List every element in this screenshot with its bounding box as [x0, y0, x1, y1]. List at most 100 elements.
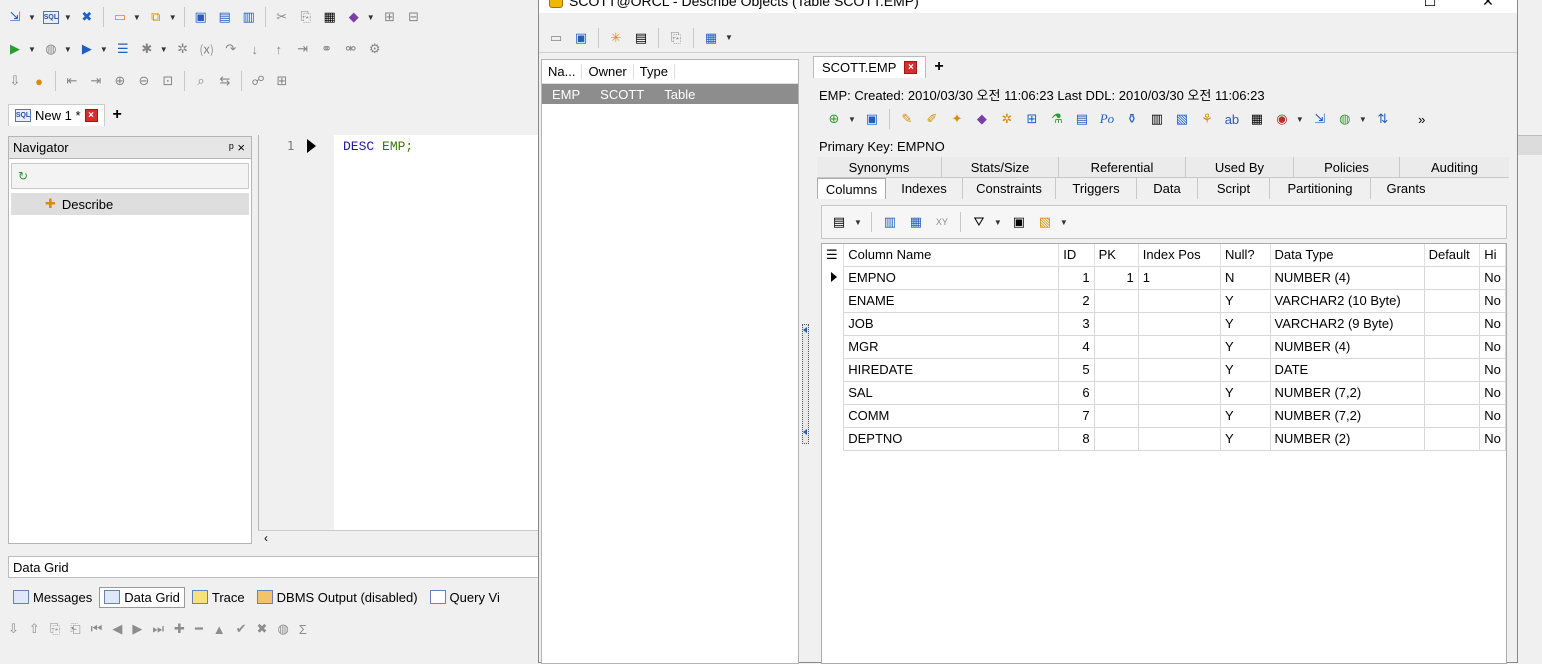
row-indicator[interactable] [822, 427, 844, 450]
column-name[interactable]: ENAME [843, 288, 1060, 313]
table-row[interactable]: COMM 7 Y NUMBER (7,2) No [822, 403, 1506, 428]
new-icon[interactable]: ✳ [605, 27, 627, 49]
dropdown-arrow-icon[interactable]: ▼ [64, 45, 72, 54]
column-data-type[interactable]: NUMBER (7,2) [1269, 403, 1425, 428]
column-default[interactable] [1423, 403, 1481, 428]
format-icon[interactable]: ⊟ [403, 6, 425, 28]
uncomment-icon[interactable]: ⊖ [133, 70, 155, 92]
col-header-nullable[interactable]: Null? [1220, 244, 1271, 266]
dropdown-arrow-icon[interactable]: ▼ [28, 13, 36, 22]
column-data-type[interactable]: VARCHAR2 (10 Byte) [1269, 288, 1425, 313]
table-row[interactable]: HIREDATE 5 Y DATE No [822, 357, 1506, 382]
column-pk[interactable] [1093, 357, 1139, 382]
insert-record-icon[interactable]: ✚ [174, 621, 185, 637]
paste-grid-icon[interactable]: ⎗ [70, 621, 80, 637]
delete-record-icon[interactable]: ━ [195, 621, 203, 637]
first-record-icon[interactable]: ⏮ [91, 621, 103, 637]
dropdown-arrow-icon[interactable]: ▼ [367, 13, 375, 22]
maximize-icon[interactable]: ☐ [1407, 0, 1453, 13]
table-row[interactable]: MGR 4 Y NUMBER (4) No [822, 334, 1506, 359]
column-data-type[interactable]: NUMBER (4) [1269, 265, 1425, 290]
add-column-icon[interactable]: ▥ [879, 211, 901, 233]
row-indicator[interactable] [822, 266, 844, 289]
column-name[interactable]: JOB [843, 311, 1060, 336]
column-nullable[interactable]: Y [1220, 357, 1271, 382]
save-all-icon[interactable]: ▥ [238, 6, 260, 28]
column-data-type[interactable]: DATE [1269, 357, 1425, 382]
tab-columns[interactable]: Columns [817, 178, 886, 199]
column-data-type[interactable]: NUMBER (4) [1269, 334, 1425, 359]
uppercase-icon[interactable]: ⊡ [157, 70, 179, 92]
tab-script[interactable]: Script [1198, 178, 1270, 199]
column-id[interactable]: 6 [1058, 380, 1095, 405]
bookmark-icon[interactable]: ☍ [247, 70, 269, 92]
table-icon[interactable]: ▣ [861, 108, 883, 130]
query-builder-icon[interactable]: ◆ [343, 6, 365, 28]
column-default[interactable] [1423, 288, 1481, 313]
column-id[interactable]: 7 [1058, 403, 1095, 428]
layout-icon[interactable]: ▦ [700, 27, 722, 49]
editor-horizontal-scrollbar[interactable]: ‹ [258, 530, 540, 547]
col-header-default[interactable]: Default [1424, 244, 1481, 266]
columns-menu-icon[interactable]: ▤ [828, 211, 850, 233]
pin-close-icon[interactable]: ᵖ × [229, 140, 245, 155]
more-tools-icon[interactable]: » [1411, 108, 1433, 130]
copy-icon[interactable]: ⎘ [665, 27, 687, 49]
table-row[interactable]: JOB 3 Y VARCHAR2 (9 Byte) No [822, 311, 1506, 336]
compare-icon[interactable]: ⊞ [379, 6, 401, 28]
column-id[interactable]: 4 [1058, 334, 1095, 359]
rebuild-icon[interactable]: ⚗ [1046, 108, 1068, 130]
tab-new-1[interactable]: SQL New 1 * × [8, 104, 105, 126]
column-data-type[interactable]: NUMBER (2) [1269, 426, 1425, 451]
table-row[interactable]: EMPNO 1 1 1 N NUMBER (4) No [822, 265, 1506, 290]
xy-icon[interactable]: XY [931, 211, 953, 233]
breakpoint-icon[interactable]: ✲ [172, 38, 194, 60]
dropdown-arrow-icon[interactable]: ▼ [1359, 115, 1367, 124]
next-record-icon[interactable]: ▶ [132, 621, 142, 637]
debug-icon[interactable]: ✱ [136, 38, 158, 60]
col-header-column-name[interactable]: Column Name [843, 244, 1060, 266]
tab-query-viewer[interactable]: Query Vi [425, 587, 505, 608]
save-as-icon[interactable]: ▤ [214, 6, 236, 28]
column-nullable[interactable]: Y [1220, 334, 1271, 359]
collapse-left-icon[interactable] [803, 327, 807, 333]
col-header-owner[interactable]: Owner [582, 64, 634, 79]
column-pk[interactable] [1093, 426, 1139, 451]
column-id[interactable]: 1 [1058, 265, 1095, 290]
add-icon[interactable]: ⊕ [823, 108, 845, 130]
column-hidden[interactable]: No [1479, 265, 1506, 290]
table-row[interactable]: DEPTNO 8 Y NUMBER (2) No [822, 426, 1506, 451]
column-nullable[interactable]: Y [1220, 311, 1271, 336]
column-index-pos[interactable] [1137, 403, 1222, 428]
sum-icon[interactable]: Σ [299, 622, 307, 637]
tab-data-grid[interactable]: Data Grid [99, 586, 185, 608]
collapse-left-icon[interactable] [803, 429, 807, 435]
column-index-pos[interactable] [1137, 311, 1222, 336]
column-name[interactable]: EMPNO [843, 265, 1060, 290]
column-default[interactable] [1423, 380, 1481, 405]
tab-policies[interactable]: Policies [1294, 157, 1400, 178]
col-header-hidden[interactable]: Hi [1479, 244, 1506, 266]
column-index-pos[interactable] [1137, 288, 1222, 313]
last-record-icon[interactable]: ⏭ [152, 621, 164, 637]
column-default[interactable] [1423, 357, 1481, 382]
splitter-grip[interactable] [802, 324, 809, 444]
column-hidden[interactable]: No [1479, 426, 1506, 451]
edit-record-icon[interactable]: ▲ [213, 622, 226, 637]
script-file-icon[interactable]: ▧ [1171, 108, 1193, 130]
col-header-pk[interactable]: PK [1094, 244, 1139, 266]
compile-icon[interactable]: ◆ [971, 108, 993, 130]
drop-icon[interactable]: ⚘ [1196, 108, 1218, 130]
link-icon[interactable]: ⚭ [316, 38, 338, 60]
new-tab-plus-icon[interactable]: + [934, 58, 943, 76]
col-header-index-pos[interactable]: Index Pos [1138, 244, 1222, 266]
column-nullable[interactable]: Y [1220, 380, 1271, 405]
connect-icon[interactable]: ⇲ [4, 6, 26, 28]
execute-script-icon[interactable]: ▶ [76, 38, 98, 60]
print-icon[interactable]: ▣ [1008, 211, 1030, 233]
open-folder-icon[interactable]: ▭ [109, 6, 131, 28]
step-into-icon[interactable]: ↓ [244, 38, 266, 60]
sql-editor-icon[interactable]: SQL [40, 6, 62, 28]
dropdown-arrow-icon[interactable]: ▼ [725, 33, 733, 42]
column-id[interactable]: 5 [1058, 357, 1095, 382]
